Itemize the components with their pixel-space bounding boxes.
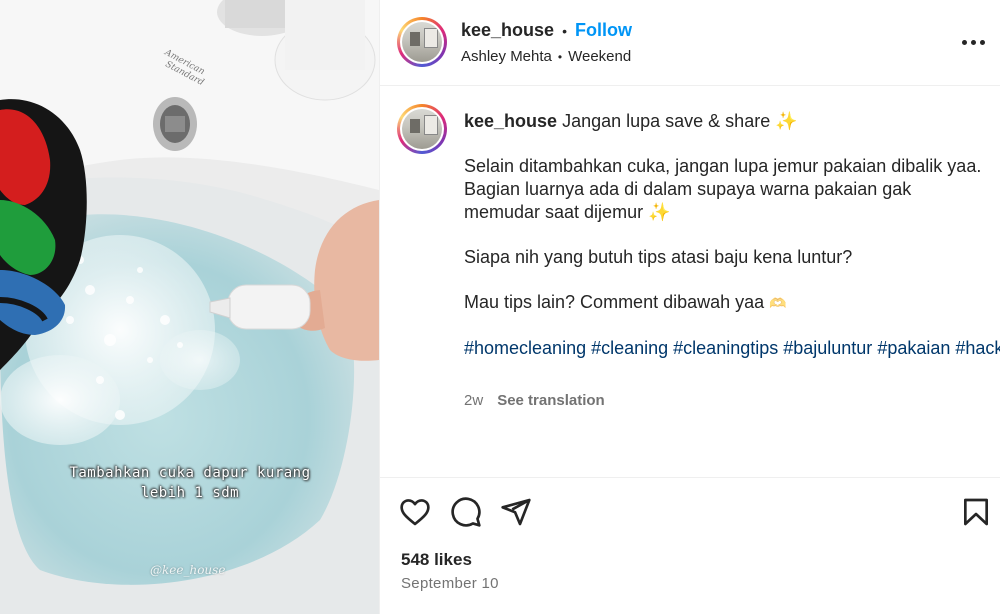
caption-block: kee_house Jangan lupa save & share ✨ Sela… xyxy=(380,86,1000,476)
see-translation-link[interactable]: See translation xyxy=(497,392,605,409)
hashtag-link[interactable]: #pakaian xyxy=(877,338,950,358)
hashtag-link[interactable]: #bajuluntur xyxy=(783,338,872,358)
caption-meta: 2w See translation xyxy=(464,392,605,409)
likes-count[interactable]: 548 likes xyxy=(401,550,472,570)
caption-para2: Selain ditambahkan cuka, jangan lupa jem… xyxy=(464,156,982,222)
hashtag-link[interactable]: #homecleaning xyxy=(464,338,586,358)
follow-button[interactable]: Follow xyxy=(575,20,632,41)
caption-line1: Jangan lupa save & share xyxy=(562,111,771,131)
caption-text: kee_house Jangan lupa save & share ✨ Sela… xyxy=(464,110,1000,382)
overlay-line2: lebih 1 sdm xyxy=(140,485,240,501)
more-options-icon[interactable] xyxy=(962,32,988,52)
author-avatar[interactable] xyxy=(397,17,447,67)
post-age[interactable]: 2w xyxy=(464,392,483,409)
sparkles-emoji: ✨ xyxy=(648,202,671,222)
caption-para4: Mau tips lain? Comment dibawah yaa xyxy=(464,292,765,312)
hashtag-link[interactable]: #cleaningtips xyxy=(673,338,778,358)
audio-link[interactable]: Weekend xyxy=(568,48,631,65)
video-caption-overlay: Tambahkan cuka dapur kurang lebih 1 sdm xyxy=(40,463,340,503)
bookmark-icon[interactable] xyxy=(960,496,992,528)
hashtag-list: #homecleaning #cleaning #cleaningtips #baju… xyxy=(464,337,1000,360)
post-details-panel: kee_house • Follow Ashley Mehta • Weeken… xyxy=(379,0,1000,614)
post-date: September 10 xyxy=(401,575,499,592)
caption-para3: Siapa nih yang butuh tips atasi baju ken… xyxy=(464,247,853,267)
send-icon[interactable] xyxy=(500,496,532,528)
watermark: @kee_house xyxy=(150,563,226,577)
header-subtitle-row: Ashley Mehta • Weekend xyxy=(461,48,631,65)
heart-hands-emoji: 🫶 xyxy=(769,295,787,311)
author-username[interactable]: kee_house xyxy=(461,20,554,41)
tagged-author-link[interactable]: Ashley Mehta xyxy=(461,48,552,65)
sparkles-emoji: ✨ xyxy=(775,111,798,131)
separator-dot: • xyxy=(557,49,563,64)
header-title-row: kee_house • Follow xyxy=(461,20,632,41)
post-media[interactable]: American Standard Tambahkan cuka dapur k… xyxy=(0,0,379,614)
caption-username[interactable]: kee_house xyxy=(464,111,557,131)
post-actions: 548 likes September 10 xyxy=(380,477,1000,614)
sink-photo xyxy=(0,0,379,614)
heart-icon[interactable] xyxy=(399,496,431,528)
overlay-line1: Tambahkan cuka dapur kurang xyxy=(69,465,311,481)
hashtag-link[interactable]: #cleaning xyxy=(591,338,668,358)
post-header: kee_house • Follow Ashley Mehta • Weeken… xyxy=(380,0,1000,86)
comment-icon[interactable] xyxy=(450,496,482,528)
separator-dot: • xyxy=(562,22,567,39)
caption-author-avatar[interactable] xyxy=(397,104,447,154)
hashtag-link[interactable]: #hacks xyxy=(955,338,1000,358)
